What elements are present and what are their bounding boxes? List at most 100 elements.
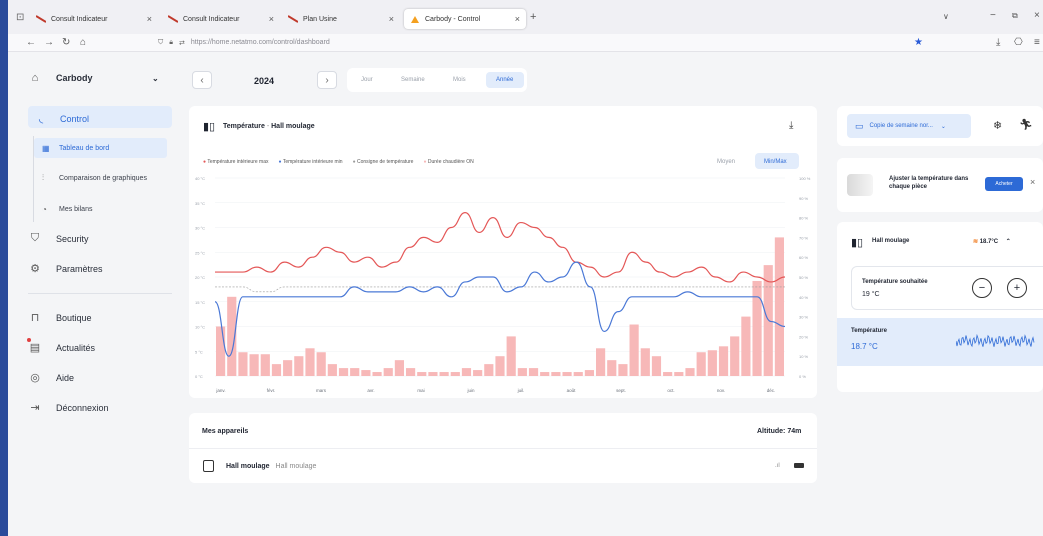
nav-compare[interactable]: ⫶ Comparaison de graphiques xyxy=(33,168,171,188)
next-year-button[interactable]: › xyxy=(317,71,337,89)
shield-icon: ⛉ xyxy=(158,38,164,46)
nav-shop[interactable]: ⊓ Boutique xyxy=(28,311,92,324)
y-right-tick-label: 90 % xyxy=(799,196,809,201)
browser-tab-1[interactable]: Consult Indicateur × xyxy=(30,9,158,29)
bookmark-star-icon[interactable]: ★ xyxy=(914,37,923,48)
increase-button[interactable]: + xyxy=(1007,278,1027,298)
boiler-bar xyxy=(629,324,639,376)
nav-security[interactable]: ⛉ Security xyxy=(28,232,89,245)
thermostat-icon: ▮▯ xyxy=(851,237,864,249)
boiler-bar xyxy=(495,356,505,376)
tab-overview-icon[interactable]: ⊡ xyxy=(16,12,24,23)
y-right-tick-label: 30 % xyxy=(799,315,809,320)
boiler-bar xyxy=(540,372,550,376)
close-window-icon[interactable]: × xyxy=(1034,10,1040,21)
devices-divider xyxy=(189,448,817,449)
schedule-select[interactable]: ▭ Copie de semaine nor... ⌄ xyxy=(847,114,971,138)
nav-reports-label: Mes bilans xyxy=(59,205,93,213)
forward-icon[interactable]: → xyxy=(44,37,54,48)
nav-shop-label: Boutique xyxy=(56,312,92,323)
period-day[interactable]: Jour xyxy=(361,77,373,83)
away-icon[interactable]: 🏃︎ xyxy=(1019,118,1033,131)
min-temp-line xyxy=(214,261,786,357)
signal-icon: .ıl xyxy=(775,463,780,469)
close-tab-icon[interactable]: × xyxy=(389,14,394,24)
restore-icon[interactable]: ⧉ xyxy=(1012,11,1018,21)
boiler-bar xyxy=(607,360,617,376)
boiler-bar xyxy=(428,372,438,376)
device-row[interactable]: Hall moulage Hall moulage xyxy=(226,463,316,470)
device-name: Hall moulage xyxy=(226,463,270,470)
downloads-icon[interactable]: ⤓ xyxy=(996,37,1000,48)
chevron-right-icon: › xyxy=(325,74,329,86)
browser-tab-4-active[interactable]: Carbody - Control × xyxy=(404,9,526,29)
nav-control[interactable]: ◟ Control xyxy=(28,112,89,125)
y-right-tick-label: 80 % xyxy=(799,216,809,221)
buy-button[interactable]: Acheter xyxy=(985,177,1023,191)
reload-icon[interactable]: ↻ xyxy=(62,37,70,48)
logout-icon: ⇥ xyxy=(30,402,40,414)
period-month[interactable]: Mois xyxy=(453,77,466,83)
frost-icon[interactable]: ❄ xyxy=(993,119,1002,132)
minimize-icon[interactable]: − xyxy=(990,10,996,21)
boiler-bar xyxy=(249,354,259,376)
promo-card: Ajuster la température dans chaque pièce… xyxy=(837,158,1043,212)
period-week[interactable]: Semaine xyxy=(401,77,425,83)
max-temp-line xyxy=(215,212,786,283)
nav-help[interactable]: ◎ Aide xyxy=(28,371,74,384)
browser-tab-2[interactable]: Consult Indicateur × xyxy=(162,9,280,29)
x-tick-label: mars xyxy=(316,388,327,393)
nav-settings-label: Paramètres xyxy=(56,263,103,274)
help-icon: ◎ xyxy=(30,372,40,384)
back-icon[interactable]: ← xyxy=(26,37,36,48)
decrease-button[interactable]: − xyxy=(972,278,992,298)
close-tab-icon[interactable]: × xyxy=(515,14,520,24)
nav-reports[interactable]: ◔ Mes bilans xyxy=(33,199,171,219)
nav-logout[interactable]: ⇥ Déconnexion xyxy=(28,401,108,414)
boiler-bar xyxy=(283,360,293,376)
room-title: Hall moulage xyxy=(872,238,910,244)
boiler-bar xyxy=(741,316,751,376)
y-right-tick-label: 60 % xyxy=(799,255,809,260)
room-temp-indicator: ≋ 18.7°C ⌃ xyxy=(973,238,1011,245)
y-right-tick-label: 10 % xyxy=(799,354,809,359)
close-tab-icon[interactable]: × xyxy=(269,14,274,24)
nav-dashboard[interactable]: ▦ Tableau de bord xyxy=(33,138,171,158)
temperature-row[interactable]: Température 18.7 °C xyxy=(837,318,1043,366)
browser-tab-3[interactable]: Plan Usine × xyxy=(282,9,400,29)
new-tab-icon[interactable]: + xyxy=(530,11,536,23)
devices-card: Mes appareils Altitude: 74m Hall moulage… xyxy=(189,413,817,483)
boiler-bar xyxy=(718,346,729,376)
nav-security-label: Security xyxy=(56,233,89,244)
home-selector[interactable]: ⌂ Carbody ⌄ xyxy=(28,72,159,84)
promo-text: Ajuster la température dans chaque pièce xyxy=(889,176,969,191)
close-icon[interactable]: × xyxy=(1030,177,1035,187)
boiler-bar xyxy=(350,368,360,376)
prev-year-button[interactable]: ‹ xyxy=(192,71,212,89)
y-left-tick-label: 35 °C xyxy=(195,201,205,206)
minus-icon: − xyxy=(978,282,986,294)
boiler-bar xyxy=(450,372,460,376)
close-tab-icon[interactable]: × xyxy=(147,14,152,24)
chevron-up-icon[interactable]: ⌃ xyxy=(1006,239,1011,245)
y-left-tick-label: 0 °C xyxy=(195,374,203,379)
y-left-tick-label: 30 °C xyxy=(195,226,205,231)
home-icon[interactable]: ⌂ xyxy=(80,37,86,48)
setpoint-value: 19 °C xyxy=(862,291,880,298)
y-left-tick-label: 10 °C xyxy=(195,325,205,330)
boiler-bar xyxy=(383,368,393,376)
nav-news[interactable]: ▤ Actualités xyxy=(27,338,95,354)
indicator-favicon-icon xyxy=(36,15,46,23)
boiler-bar xyxy=(707,350,717,376)
room-temp: 18.7°C xyxy=(979,239,999,245)
nav-settings[interactable]: ⚙ Paramètres xyxy=(28,262,103,275)
url-bar[interactable]: ⛉ 🔒︎ ⇄ https://home.netatmo.com/control/… xyxy=(158,35,938,50)
boiler-bar xyxy=(752,280,762,376)
period-year[interactable]: Année xyxy=(496,77,513,83)
y-left-tick-label: 20 °C xyxy=(195,275,205,280)
extensions-icon[interactable]: ⎔ xyxy=(1014,37,1023,48)
tab-list-chevron-icon[interactable]: ∨ xyxy=(943,12,949,21)
chevron-down-icon: ⌄ xyxy=(152,73,159,83)
boiler-bar xyxy=(327,364,337,376)
menu-icon[interactable]: ≡ xyxy=(1034,37,1040,48)
